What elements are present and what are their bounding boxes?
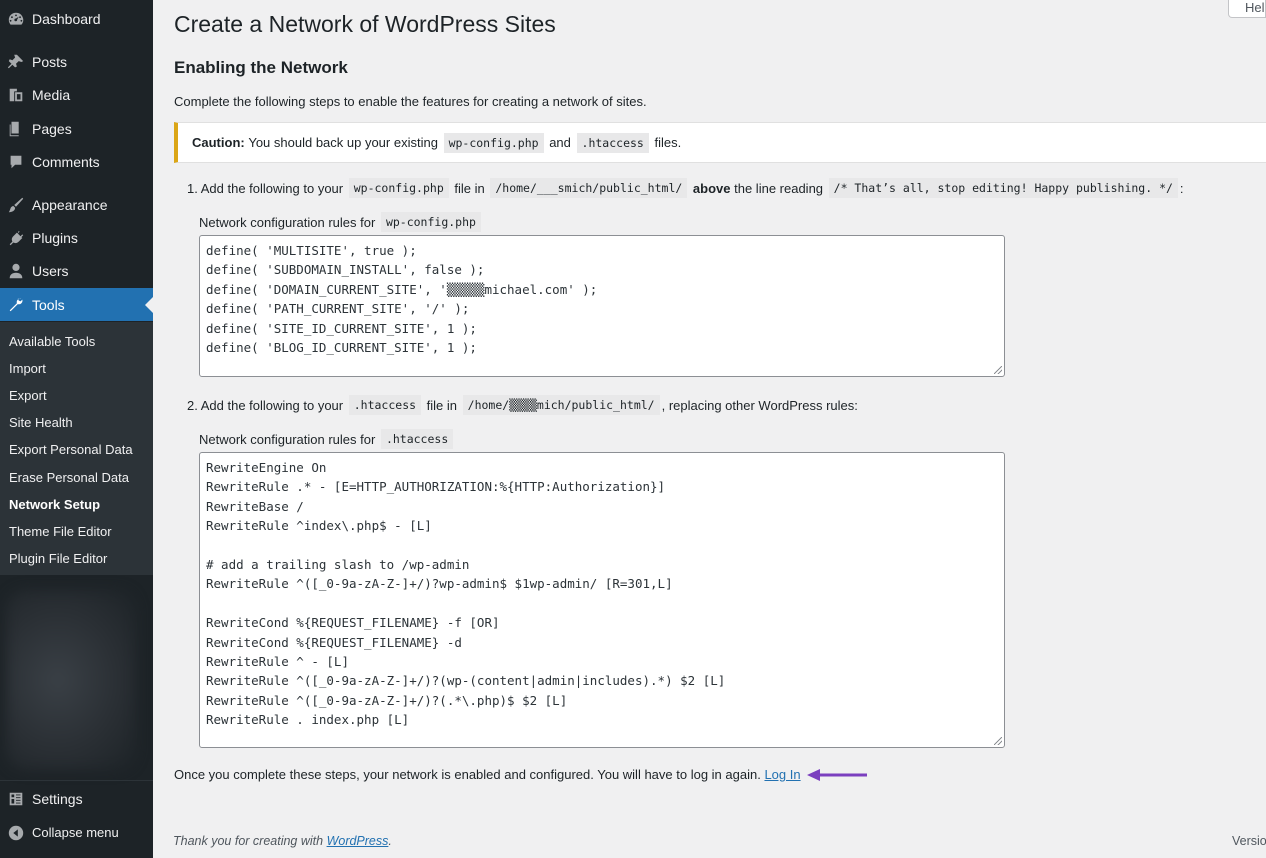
htaccess-rules-text: Network configuration rules for xyxy=(199,431,376,447)
pushpin-icon xyxy=(0,53,32,71)
comment-icon xyxy=(0,153,32,171)
menu-posts-label: Posts xyxy=(32,53,68,70)
step-2-instruction: 2. Add the following to your .htaccess f… xyxy=(187,395,858,415)
wordpress-link[interactable]: WordPress xyxy=(327,834,389,848)
step1-text-3: the line reading xyxy=(734,180,824,196)
sidebar-divider xyxy=(0,780,153,781)
menu-comments[interactable]: Comments xyxy=(0,145,153,178)
step2-path: /home/▒▒▒▒mich/public_html/ xyxy=(462,395,660,415)
login-link[interactable]: Log In xyxy=(764,767,800,782)
menu-appearance-label: Appearance xyxy=(32,196,108,213)
step1-colon: : xyxy=(1179,180,1184,196)
admin-sidebar: Dashboard Posts Media Pages Comments App… xyxy=(0,0,153,858)
wpconfig-rules-text: Network configuration rules for xyxy=(199,214,376,230)
menu-plugins[interactable]: Plugins xyxy=(0,221,153,254)
step1-above: above xyxy=(692,180,731,196)
step2-text-2: file in xyxy=(426,397,458,413)
media-icon xyxy=(0,86,32,104)
caution-label: Caution: xyxy=(192,135,245,150)
menu-media[interactable]: Media xyxy=(0,78,153,111)
left-arrow-icon xyxy=(806,768,869,782)
settings-icon xyxy=(0,790,32,808)
caution-code-wpconfig: wp-config.php xyxy=(443,132,544,153)
htaccess-rules-textarea[interactable]: RewriteEngine On RewriteRule .* - [E=HTT… xyxy=(199,452,1005,748)
wpconfig-rules-label: Network configuration rules for wp-confi… xyxy=(199,212,483,232)
footer-version: Version xyxy=(1232,834,1266,848)
section-heading: Enabling the Network xyxy=(174,58,348,77)
htaccess-rules-code: .htaccess xyxy=(380,429,454,449)
caution-notice: Caution: You should back up your existin… xyxy=(174,122,1266,163)
help-tab-button[interactable]: Help xyxy=(1228,0,1266,18)
menu-settings-label: Settings xyxy=(32,790,83,807)
wpconfig-rules-code: wp-config.php xyxy=(380,212,481,232)
finish-message: Once you complete these steps, your netw… xyxy=(174,767,869,782)
submenu-site-health[interactable]: Site Health xyxy=(9,415,73,430)
blurred-menu-area xyxy=(6,590,136,770)
step1-path: /home/___smich/public_html/ xyxy=(490,178,688,198)
htaccess-rules-label: Network configuration rules for .htacces… xyxy=(199,429,455,449)
menu-dashboard[interactable]: Dashboard xyxy=(0,2,153,35)
dashboard-icon xyxy=(0,10,32,28)
collapse-menu-button[interactable]: Collapse menu xyxy=(0,816,153,849)
submenu-import[interactable]: Import xyxy=(9,361,46,376)
menu-appearance[interactable]: Appearance xyxy=(0,188,153,221)
menu-comments-label: Comments xyxy=(32,153,100,170)
caution-text-2: files. xyxy=(654,135,682,150)
collapse-icon xyxy=(0,824,32,842)
step1-code-wpconfig: wp-config.php xyxy=(348,178,449,198)
submenu-erase-personal-data[interactable]: Erase Personal Data xyxy=(9,470,129,485)
menu-plugins-label: Plugins xyxy=(32,229,78,246)
submenu-export[interactable]: Export xyxy=(9,388,47,403)
submenu-plugin-file-editor[interactable]: Plugin File Editor xyxy=(9,551,107,566)
menu-pages[interactable]: Pages xyxy=(0,112,153,145)
plug-icon xyxy=(0,229,32,247)
intro-text: Complete the following steps to enable t… xyxy=(174,94,647,109)
menu-media-label: Media xyxy=(32,86,71,103)
footer-period: . xyxy=(388,834,392,848)
tools-submenu: Available Tools Import Export Site Healt… xyxy=(0,322,153,575)
step1-text-1: 1. Add the following to your xyxy=(187,180,344,196)
user-icon xyxy=(0,262,32,280)
menu-dashboard-label: Dashboard xyxy=(32,10,101,27)
caution-code-htaccess: .htaccess xyxy=(576,132,649,153)
submenu-available-tools[interactable]: Available Tools xyxy=(9,334,95,349)
step1-text-2: file in xyxy=(454,180,485,196)
wpconfig-rules-textarea[interactable]: define( 'MULTISITE', true ); define( 'SU… xyxy=(199,235,1005,377)
caution-and: and xyxy=(549,135,571,150)
menu-tools-label: Tools xyxy=(32,296,65,313)
footer-thanks-text: Thank you for creating with xyxy=(173,834,324,848)
wrench-icon xyxy=(0,296,32,314)
page-title: Create a Network of WordPress Sites xyxy=(174,11,556,37)
submenu-network-setup[interactable]: Network Setup xyxy=(9,497,100,512)
step2-text-1: 2. Add the following to your xyxy=(187,397,344,413)
finish-text: Once you complete these steps, your netw… xyxy=(174,767,761,782)
menu-users-label: Users xyxy=(32,262,69,279)
collapse-menu-label: Collapse menu xyxy=(32,825,119,840)
menu-settings[interactable]: Settings xyxy=(0,782,153,815)
menu-users[interactable]: Users xyxy=(0,254,153,287)
submenu-export-personal-data[interactable]: Export Personal Data xyxy=(9,442,133,457)
step-1-instruction: 1. Add the following to your wp-config.p… xyxy=(187,178,1184,198)
paintbrush-icon xyxy=(0,196,32,214)
pages-icon xyxy=(0,120,32,138)
step2-code-htaccess: .htaccess xyxy=(348,395,422,415)
step2-text-3: , replacing other WordPress rules: xyxy=(661,397,858,413)
main-content: Help Create a Network of WordPress Sites… xyxy=(153,0,1266,858)
footer-thanks: Thank you for creating with WordPress. xyxy=(173,834,392,848)
menu-posts[interactable]: Posts xyxy=(0,45,153,78)
submenu-theme-file-editor[interactable]: Theme File Editor xyxy=(9,524,112,539)
menu-tools[interactable]: Tools xyxy=(0,288,153,321)
caution-text-1: You should back up your existing xyxy=(248,135,438,150)
menu-pages-label: Pages xyxy=(32,120,72,137)
step1-stop-editing-line: /* That’s all, stop editing! Happy publi… xyxy=(828,178,1178,198)
